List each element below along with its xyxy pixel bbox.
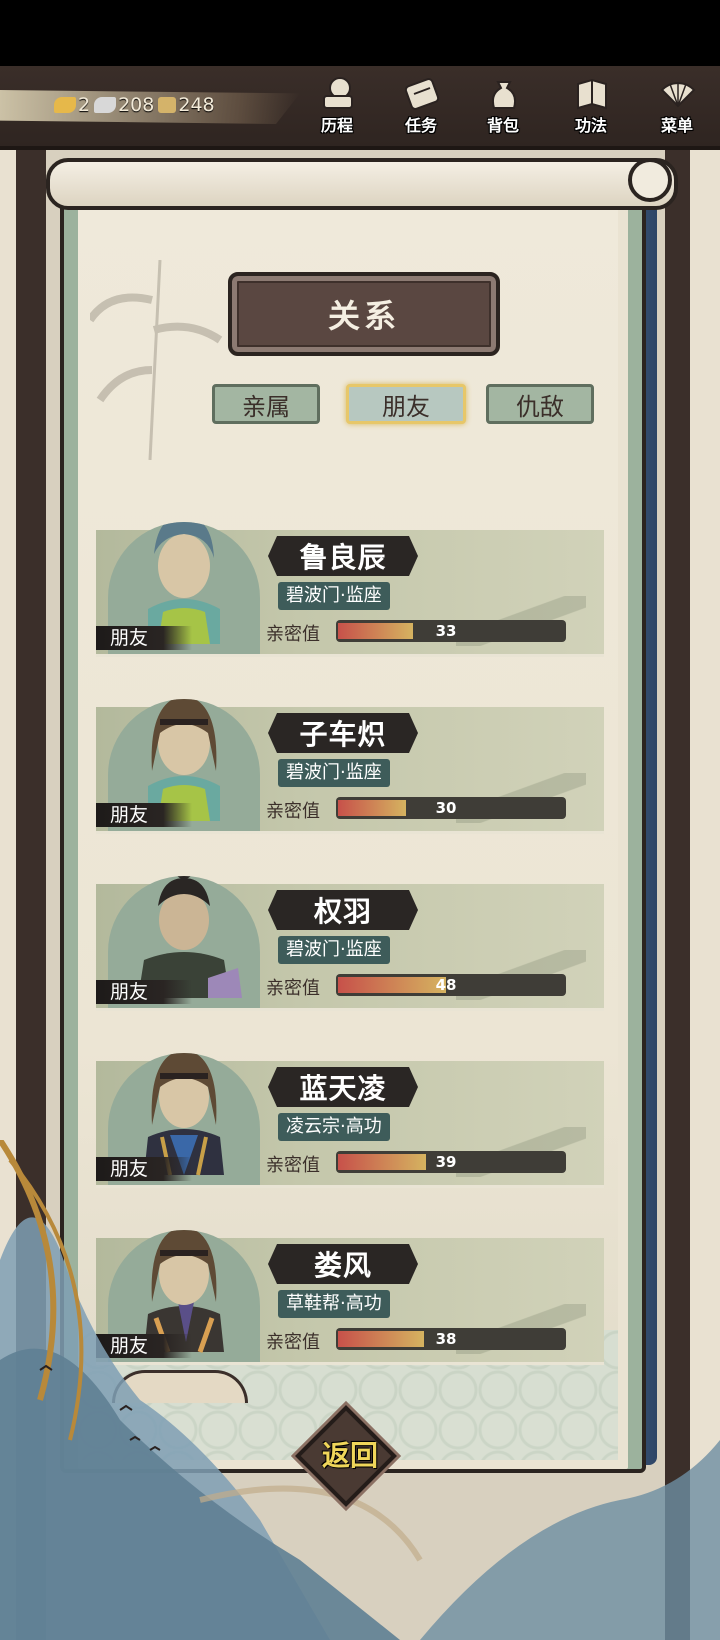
copper-coin-icon (158, 97, 177, 113)
currency-display: 2 208 248 (54, 94, 217, 116)
frame-left (0, 146, 16, 1640)
friend-card[interactable]: 朋友 子车炽 碧波门·监座 亲密值 30 (96, 699, 604, 834)
tasks-button[interactable]: 任务 (388, 72, 454, 138)
affinity-fill (338, 800, 406, 816)
sect-badge: 碧波门·监座 (278, 936, 390, 964)
affinity-fill (338, 1331, 424, 1347)
frame-beam-right (665, 146, 690, 1640)
affinity-value: 30 (435, 799, 457, 817)
frame-right (690, 146, 720, 1640)
affinity-label: 亲密值 (266, 801, 320, 822)
copper-amount: 248 (178, 94, 215, 116)
skills-button[interactable]: 功法 (558, 72, 624, 138)
affinity-value: 48 (435, 976, 457, 994)
name-plate: 鲁良辰 (268, 536, 418, 576)
relation-tag: 朋友 (96, 1334, 192, 1358)
affinity-bar: 38 (336, 1328, 566, 1350)
sect-badge: 凌云宗·高功 (278, 1113, 390, 1141)
character-name: 鲁良辰 (299, 541, 387, 574)
back-button[interactable]: 返回 (300, 1434, 400, 1474)
character-name: 权羽 (313, 895, 372, 928)
affinity-value: 39 (435, 1153, 457, 1171)
relation-tag: 朋友 (96, 980, 192, 1004)
character-name: 蓝天凌 (299, 1072, 387, 1105)
friend-card[interactable]: 朋友 娄风 草鞋帮·高功 亲密值 38 (96, 1230, 604, 1365)
affinity-bar: 30 (336, 797, 566, 819)
affinity-bar: 39 (336, 1151, 566, 1173)
name-plate: 娄风 (268, 1244, 418, 1284)
affinity-fill (338, 623, 413, 639)
status-bar (0, 0, 720, 66)
relation-tag: 朋友 (96, 1157, 192, 1181)
gold-ingot-icon (54, 97, 76, 113)
scroll-rod (46, 158, 678, 210)
name-plate: 子车炽 (268, 713, 418, 753)
silver-ingot-icon (94, 97, 117, 113)
friend-card[interactable]: 朋友 权羽 碧波门·监座 亲密值 48 (96, 876, 604, 1011)
affinity-label: 亲密值 (266, 624, 320, 645)
affinity-label: 亲密值 (266, 1155, 320, 1176)
journey-label: 历程 (320, 116, 353, 135)
quest-scroll-icon (404, 78, 440, 110)
affinity-label: 亲密值 (266, 978, 320, 999)
fan-icon (660, 82, 696, 108)
page-title: 关系 (327, 297, 400, 335)
bag-button[interactable]: 背包 (470, 72, 536, 138)
skills-label: 功法 (574, 116, 607, 135)
pouch-icon (491, 81, 517, 109)
tasks-label: 任务 (404, 116, 437, 135)
sect-badge: 碧波门·监座 (278, 582, 390, 610)
affinity-fill (338, 1154, 426, 1170)
relation-tag: 朋友 (96, 626, 192, 650)
bag-label: 背包 (486, 116, 519, 135)
relation-tag: 朋友 (96, 803, 192, 827)
character-name: 子车炽 (299, 718, 387, 751)
sect-badge: 碧波门·监座 (278, 759, 390, 787)
next-avatar-partial (112, 1370, 248, 1403)
tab-relatives[interactable]: 亲属 (212, 384, 320, 424)
page-title-plaque: 关系 (228, 272, 500, 356)
friend-card[interactable]: 朋友 蓝天凌 凌云宗·高功 亲密值 39 (96, 1053, 604, 1188)
frame-beam (16, 146, 46, 1640)
main-menu-button[interactable]: 菜单 (644, 72, 710, 138)
affinity-bar: 33 (336, 620, 566, 642)
tab-friends[interactable]: 朋友 (346, 384, 466, 424)
name-plate: 权羽 (268, 890, 418, 930)
affinity-value: 38 (435, 1330, 457, 1348)
gold-amount: 2 (78, 94, 91, 116)
affinity-label: 亲密值 (266, 1332, 320, 1353)
bamboo-decoration (90, 260, 223, 460)
main-menu-label: 菜单 (660, 116, 693, 135)
name-plate: 蓝天凌 (268, 1067, 418, 1107)
journey-button[interactable]: 历程 (304, 72, 370, 138)
affinity-value: 33 (435, 622, 457, 640)
sect-badge: 草鞋帮·高功 (278, 1290, 390, 1318)
friend-card[interactable]: 朋友 鲁良辰 碧波门·监座 亲密值 33 (96, 522, 604, 657)
character-name: 娄风 (313, 1249, 372, 1282)
silver-amount: 208 (118, 94, 155, 116)
scroll-rod-end (628, 158, 672, 202)
affinity-bar: 48 (336, 974, 566, 996)
tab-enemies[interactable]: 仇敌 (486, 384, 594, 424)
scroll-icon (323, 77, 353, 109)
book-icon (577, 78, 607, 110)
